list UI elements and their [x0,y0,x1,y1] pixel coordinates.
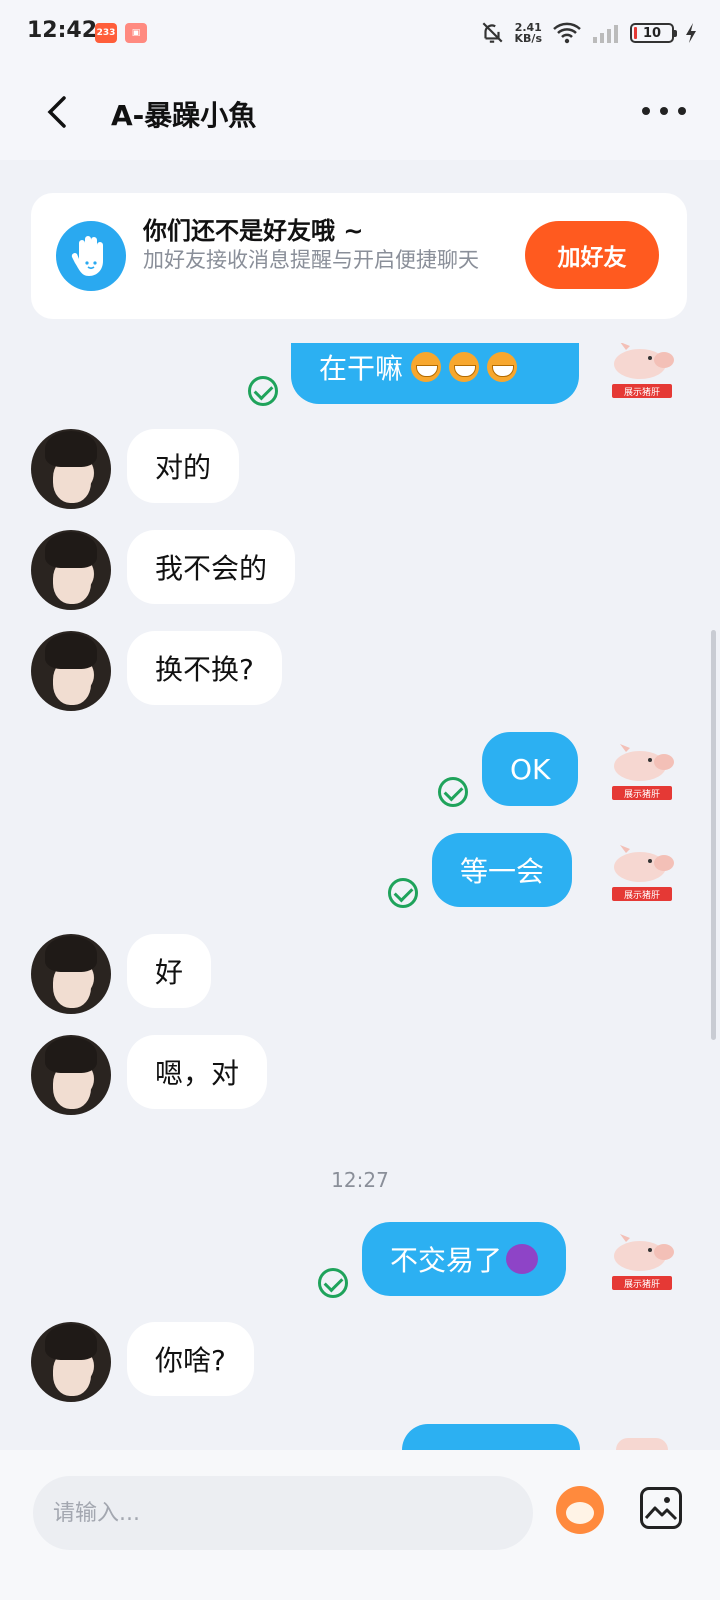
charging-icon [686,23,696,43]
sent-check-icon [388,878,418,908]
message-bubble-in[interactable]: 我不会的 [127,530,296,604]
status-time: 12:42 [27,18,98,43]
friend-card-title: 你们还不是好友哦 ~ [143,217,364,245]
chat-header: A-暴躁小魚 [0,66,720,160]
pig-label: 展示猪肝 [612,384,672,398]
more-options-button[interactable] [642,96,686,126]
spacer [0,319,720,343]
message-text: 我不会的 [155,552,268,585]
pig-avatar-partial [616,1438,668,1450]
message-bubble-in[interactable]: 你啥? [127,1322,254,1396]
message-text: 换不换? [155,653,254,686]
grin-emoji-icon [411,352,442,382]
devil-emoji-icon [506,1244,539,1274]
friend-card-subtitle: 加好友接收消息提醒与开启便捷聊天 [143,248,479,272]
input-bar [0,1450,720,1600]
message-text: 对的 [155,451,212,484]
message-bubble-in[interactable]: 对的 [127,429,240,503]
pig-label: 展示猪肝 [612,887,672,901]
message-bubble-in[interactable]: 嗯，对 [127,1035,268,1109]
message-bubble-in[interactable]: 换不换? [127,631,282,705]
pig-avatar[interactable]: 展示猪肝 [606,1232,678,1296]
chevron-left-icon [47,96,66,128]
app-233-icon: 233 [95,23,117,43]
net-speed: 2.41 KB/s [515,22,542,44]
contact-avatar[interactable] [31,631,111,711]
pig-avatar[interactable]: 展示猪肝 [606,843,678,907]
message-text: 你啥? [155,1344,226,1377]
net-speed-unit: KB/s [514,32,542,45]
sent-check-icon [318,1268,348,1298]
contact-avatar[interactable] [31,1322,111,1402]
message-bubble-in[interactable]: 好 [127,934,212,1008]
contact-avatar[interactable] [31,1035,111,1115]
message-bubble-out[interactable]: 等一会 [432,833,573,907]
chat-timestamp: 12:27 [331,1168,389,1192]
message-text: 不交易了 [390,1244,503,1277]
message-text: OK [510,752,551,786]
message-bubble-out[interactable]: OK [482,732,579,806]
message-bubble-out[interactable]: 不交易了 [362,1222,567,1296]
signal-icon [593,25,618,43]
status-bar: 12:42 233 ▣ 2.41 KB/s 10 [0,0,720,66]
image-picker-icon[interactable] [640,1487,682,1529]
message-text: 好 [155,956,184,989]
contact-avatar[interactable] [31,429,111,509]
scrollbar[interactable] [711,630,716,1040]
message-input[interactable] [33,1476,533,1550]
back-button[interactable] [38,90,78,134]
status-icons: 2.41 KB/s 10 [479,18,698,48]
sticker-mascot-icon[interactable] [556,1486,604,1534]
battery-icon: 10 [630,23,677,43]
pig-avatar[interactable]: 展示猪肝 [606,340,678,404]
message-text: 等一会 [460,855,545,888]
bell-off-icon [482,22,503,43]
calendar-icon: ▣ [125,23,147,43]
add-friend-button[interactable]: 加好友 [525,221,659,289]
message-bubble-out-partial[interactable] [402,1424,580,1450]
contact-avatar[interactable] [31,530,111,610]
message-text: 在干嘛 [319,352,404,385]
contact-avatar[interactable] [31,934,111,1014]
hand-wave-icon [56,221,126,291]
wifi-icon [553,22,581,44]
pig-label: 展示猪肝 [612,1276,672,1290]
sent-check-icon [438,777,468,807]
message-text: 嗯，对 [155,1057,240,1090]
battery-level: 10 [642,25,662,41]
pig-label: 展示猪肝 [612,786,672,800]
grin-emoji-icon [449,352,480,382]
chat-title: A-暴躁小魚 [111,99,257,132]
add-friend-card: 你们还不是好友哦 ~ 加好友接收消息提醒与开启便捷聊天 加好友 [31,193,687,319]
pig-avatar[interactable]: 展示猪肝 [606,742,678,806]
grin-emoji-icon [487,352,518,382]
sent-check-icon [248,376,278,406]
